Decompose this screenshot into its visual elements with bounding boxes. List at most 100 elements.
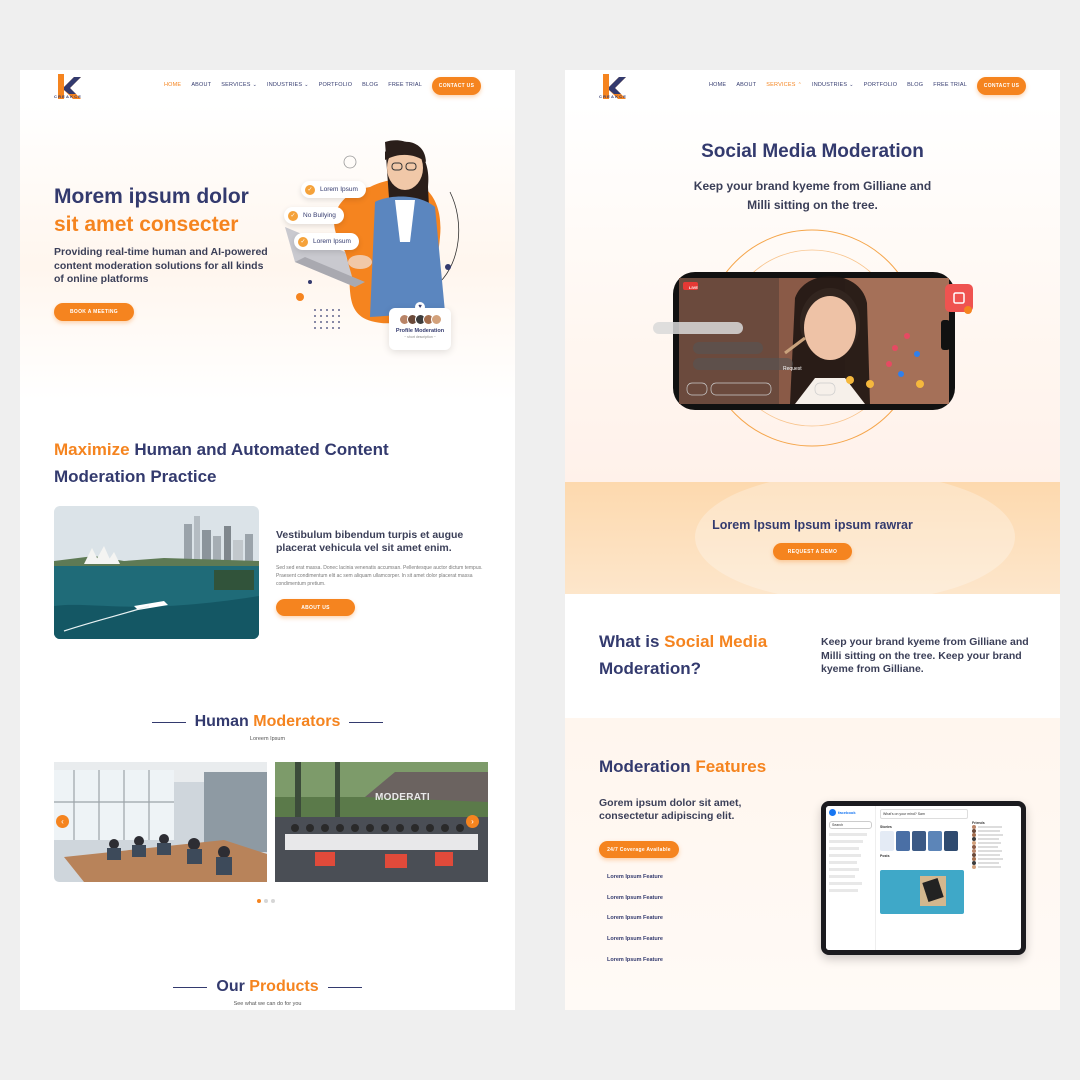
hero-title: Social Media Moderation	[701, 141, 924, 162]
practice-title-line2: Moderation Practice	[54, 467, 217, 486]
nav-industries-label: INDUSTRIES	[266, 82, 303, 88]
nav-links: HOME ABOUT SERVICES ⌄ INDUSTRIES ⌄ PORTFOL…	[164, 82, 422, 88]
moderators-subtitle: Loreem Ipsum	[249, 736, 286, 743]
office-meeting-photo[interactable]	[54, 762, 267, 882]
check-pill-2: ✓ No Bullying	[284, 207, 344, 224]
check-icon: ✓	[288, 210, 298, 221]
chevron-down-icon: ⌄	[304, 82, 309, 88]
features-list: Lorem Ipsum Feature Lorem Ipsum Feature …	[607, 867, 663, 971]
tablet-sidebar: facebook Search	[826, 806, 876, 950]
practice-title-highlight: Maximize	[54, 440, 130, 459]
what-is-title-b: Social Media	[664, 632, 768, 651]
team-group-photo[interactable]	[275, 762, 488, 882]
phone-livestream-illustration	[653, 229, 973, 447]
nav-home[interactable]: HOME	[709, 82, 726, 88]
book-meeting-button[interactable]: BOOK A MEETING	[54, 303, 134, 321]
logo-text: CREAKCE	[599, 94, 628, 99]
hero-subtitle: Providing real-time human and AI-powered…	[54, 246, 268, 285]
nav-services[interactable]: SERVICES ⌄	[221, 82, 257, 88]
cta-band-title: Lorem Ipsum Ipsum ipsum rawrar	[712, 518, 913, 532]
nav-home[interactable]: HOME	[164, 82, 181, 88]
hero-title-line2: sit amet consecter	[54, 213, 239, 236]
features-subtitle: Gorem ipsum dolor sit amet, consectetur …	[599, 797, 742, 822]
cta-band-blob	[695, 482, 1015, 594]
tablet-posts-label: Posts	[880, 854, 890, 858]
products-title-b: Products	[244, 978, 319, 996]
moderators-title: Human Moderators	[151, 713, 384, 731]
top-nav: CREAKCE HOME ABOUT SERVICES ⌃ INDUSTRIES ⌄…	[565, 70, 1060, 104]
carousel-next-button[interactable]: ›	[466, 815, 479, 828]
moderators-title-a: Human	[194, 713, 249, 731]
nav-industries[interactable]: INDUSTRIES ⌄	[812, 82, 854, 88]
coverage-badge[interactable]: 24/7 Coverage Available	[599, 841, 679, 858]
chevron-up-icon: ⌃	[797, 82, 802, 88]
tablet-stories-label: Stories	[880, 825, 892, 829]
left-page: CREAKCE HOME ABOUT SERVICES ⌄ INDUSTRIES ⌄…	[20, 70, 515, 1010]
tablet-search[interactable]: Search	[829, 821, 872, 829]
feature-item: Lorem Ipsum Feature	[607, 894, 663, 901]
heart-icon: ♥	[415, 302, 425, 312]
nav-blog[interactable]: BLOG	[907, 82, 923, 88]
check-icon: ✓	[305, 184, 315, 195]
feature-item: Lorem Ipsum Feature	[607, 874, 663, 880]
nav-portfolio[interactable]: PORTFOLIO	[319, 82, 352, 88]
products-title-text: Our Products	[216, 978, 318, 996]
tablet-brand: facebook	[826, 806, 875, 819]
what-is-title-c: Moderation?	[599, 659, 701, 678]
products-title: Our Products	[173, 978, 362, 996]
right-page: CREAKCE HOME ABOUT SERVICES ⌃ INDUSTRIES ⌄…	[565, 70, 1060, 1010]
request-button[interactable]: Request	[783, 366, 802, 372]
tablet-feed-prompt[interactable]: What's on your mind? Sam	[880, 809, 968, 819]
nav-links: HOME ABOUT SERVICES ⌃ INDUSTRIES ⌄ PORTFOL…	[709, 82, 967, 88]
moderators-title-b: Moderators	[248, 713, 341, 731]
chevron-down-icon: ⌄	[252, 82, 257, 88]
hero-subtitle-line2: Milli sitting on the tree.	[747, 198, 878, 212]
facebook-icon	[829, 809, 836, 816]
feature-item: Lorem Ipsum Feature	[607, 915, 663, 922]
about-us-button[interactable]: ABOUT US	[276, 599, 355, 616]
feature-item: Lorem Ipsum Feature	[607, 936, 663, 943]
tablet-feed: What's on your mind? Sam Stories Posts	[880, 809, 968, 914]
request-demo-button[interactable]: REQUEST A DEMO	[773, 543, 852, 560]
practice-card-title: Vestibulum bibendum turpis et augue plac…	[276, 529, 464, 554]
profile-card-title: Profile Moderation	[395, 328, 445, 334]
profile-moderation-card: ♥ Profile Moderation ~ short description…	[389, 302, 451, 350]
pill-label-1: Lorem Ipsum	[320, 186, 358, 193]
carousel-dot[interactable]	[271, 899, 275, 903]
nav-portfolio[interactable]: PORTFOLIO	[864, 82, 897, 88]
pill-label-3: Lorem Ipsum	[313, 238, 351, 245]
features-title-a: Moderation	[599, 757, 691, 776]
nav-about[interactable]: ABOUT	[191, 82, 211, 88]
nav-about[interactable]: ABOUT	[736, 82, 756, 88]
moderators-heading: Human Moderators Loreem Ipsum	[20, 710, 515, 742]
moderators-title-text: Human Moderators	[195, 713, 341, 731]
tablet-stories	[880, 831, 968, 851]
nav-blog[interactable]: BLOG	[362, 82, 378, 88]
tablet-friends: Friends	[972, 809, 1018, 869]
nav-industries[interactable]: INDUSTRIES ⌄	[267, 82, 309, 88]
chevron-down-icon: ⌄	[849, 82, 854, 88]
contact-us-button[interactable]: CONTACT US	[432, 77, 481, 95]
contact-us-button[interactable]: CONTACT US	[977, 77, 1026, 95]
live-badge: LIVE	[689, 285, 698, 290]
hero-subtitle: Keep your brand kyeme from Gilliane and …	[565, 177, 1060, 215]
what-is-title-a: What is	[599, 632, 665, 651]
what-is-title: What is Social Media Moderation?	[599, 628, 767, 682]
tablet-screen: facebook Search What's on your mind? Sam	[826, 806, 1021, 950]
carousel-dot[interactable]	[264, 899, 268, 903]
features-title: Moderation Features	[599, 753, 766, 780]
profile-card-sub: ~ short description ~	[404, 335, 436, 339]
hero-title: Morem ipsum dolor sit amet consecter	[54, 183, 249, 239]
nav-services[interactable]: SERVICES ⌃	[766, 82, 802, 88]
pill-label-2: No Bullying	[303, 212, 336, 219]
feature-item: Lorem Ipsum Feature	[607, 956, 663, 963]
carousel-prev-button[interactable]: ‹	[56, 815, 69, 828]
avatar-group	[389, 314, 451, 325]
carousel-dot-active[interactable]	[257, 899, 261, 903]
moderation-banner-text: MODERATI	[375, 792, 430, 803]
hero-subtitle-line1: Keep your brand kyeme from Gilliane and	[693, 179, 932, 193]
nav-services-label: SERVICES	[221, 82, 251, 88]
nav-free-trial[interactable]: FREE TRIAL	[933, 82, 967, 88]
nav-free-trial[interactable]: FREE TRIAL	[388, 82, 422, 88]
divider-line	[151, 721, 186, 723]
